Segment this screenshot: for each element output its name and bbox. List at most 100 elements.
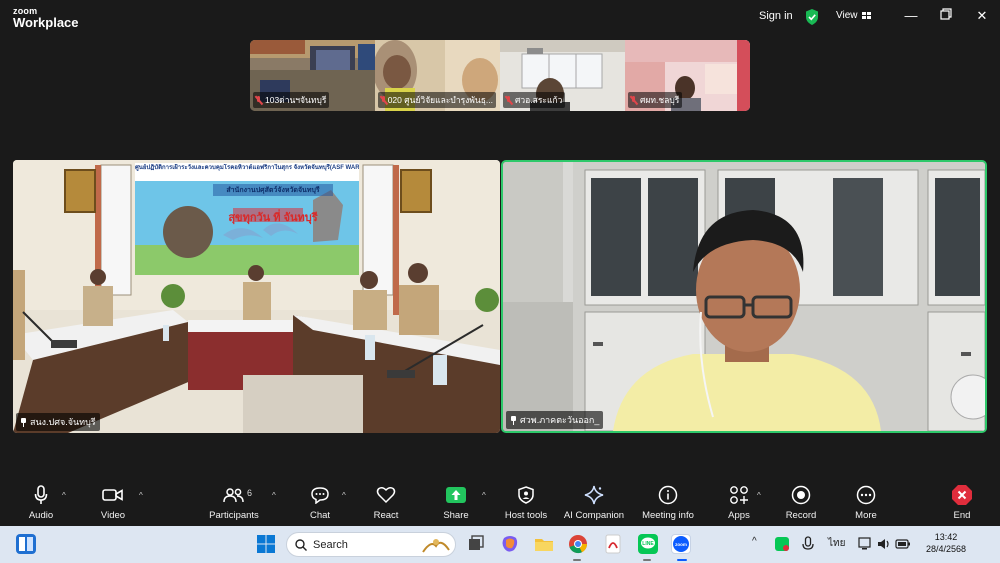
thumbnail-caption: 020 ศูนย์วิจัยและบำรุงพันธุ... bbox=[378, 92, 496, 108]
pdf-reader-icon[interactable] bbox=[603, 534, 623, 554]
meeting-info-button[interactable]: Meeting info bbox=[633, 483, 703, 521]
end-meeting-button[interactable]: End bbox=[927, 483, 997, 521]
more-label: More bbox=[855, 510, 877, 521]
participants-button[interactable]: Participants bbox=[199, 483, 269, 521]
participant-name: ศวพ.ภาคตะวันออก_ bbox=[520, 415, 600, 425]
participant-name: ศผท.ชลบุรี bbox=[640, 95, 680, 105]
title-bar: zoom Workplace Sign in View — ✕ bbox=[0, 0, 1000, 34]
chat-label: Chat bbox=[309, 510, 331, 521]
participants-options-chevron-icon[interactable]: ^ bbox=[272, 491, 276, 500]
react-button[interactable]: React bbox=[351, 483, 421, 521]
pin-icon bbox=[20, 417, 27, 427]
copilot-icon[interactable] bbox=[500, 534, 520, 554]
apps-icon bbox=[729, 483, 749, 507]
input-language-indicator[interactable]: ไทย bbox=[828, 536, 845, 551]
participant-name: 020 ศูนย์วิจัยและบำรุงพันธุ... bbox=[387, 95, 493, 105]
clock-time: 13:42 bbox=[934, 532, 958, 542]
banner-title: ศูนย์ปฏิบัติการเฝ้าระวังและควบคุมโรคอหิว… bbox=[135, 165, 359, 171]
react-label: React bbox=[373, 510, 399, 521]
host-tools-label: Host tools bbox=[504, 510, 548, 521]
participant-thumbnail-strip: 103ด่านฯจันทบุรี 020 ศูนย์วิจัยและบำรุงพ… bbox=[250, 40, 750, 111]
muted-mic-icon bbox=[630, 95, 637, 105]
host-shield-icon bbox=[518, 483, 534, 507]
pin-icon bbox=[510, 415, 517, 425]
sparkle-icon bbox=[584, 483, 604, 507]
ai-companion-label: AI Companion bbox=[563, 510, 625, 521]
audio-options-chevron-icon[interactable]: ^ bbox=[62, 491, 66, 500]
muted-mic-icon bbox=[505, 95, 512, 105]
tray-microphone-icon[interactable] bbox=[800, 536, 816, 552]
thumbnail-caption: ศวอ.สระแก้ว bbox=[503, 92, 566, 108]
participant-thumbnail[interactable]: 020 ศูนย์วิจัยและบำรุงพันธุ... bbox=[375, 40, 500, 111]
zoom-app-icon[interactable]: zoom bbox=[671, 534, 691, 554]
share-screen-icon bbox=[446, 483, 466, 507]
svg-text:zoom: zoom bbox=[675, 542, 687, 547]
more-button[interactable]: More bbox=[831, 483, 901, 521]
search-placeholder: Search bbox=[313, 538, 348, 551]
wifi-icon[interactable] bbox=[858, 536, 874, 552]
running-indicator bbox=[573, 559, 581, 561]
restore-icon[interactable] bbox=[938, 8, 954, 24]
record-button[interactable]: Record bbox=[766, 483, 836, 521]
zoom-workplace-logo: zoom Workplace bbox=[13, 6, 79, 30]
video-options-chevron-icon[interactable]: ^ bbox=[139, 491, 143, 500]
sign-in-button[interactable]: Sign in bbox=[759, 10, 793, 22]
task-view-icon[interactable] bbox=[466, 534, 486, 554]
share-label: Share bbox=[443, 510, 469, 521]
svg-text:LINE: LINE bbox=[642, 541, 654, 547]
chrome-icon[interactable] bbox=[568, 534, 588, 554]
info-icon bbox=[658, 483, 678, 507]
video-tile-meeting-room[interactable]: ศูนย์ปฏิบัติการเฝ้าระวังและควบคุมโรคอหิว… bbox=[13, 160, 500, 433]
ai-companion-button[interactable]: AI Companion bbox=[559, 483, 629, 521]
banner-main: สุขทุกวัน ที่ จันทบุรี bbox=[228, 212, 318, 224]
speaker-video-image bbox=[503, 162, 985, 431]
share-button[interactable]: Share bbox=[421, 483, 491, 521]
video-button[interactable]: Video bbox=[78, 483, 148, 521]
chat-button[interactable]: Chat bbox=[285, 483, 355, 521]
muted-mic-icon bbox=[380, 95, 385, 105]
participant-thumbnail[interactable]: ศวอ.สระแก้ว bbox=[500, 40, 625, 111]
participant-name: ศวอ.สระแก้ว bbox=[515, 95, 563, 105]
audio-button[interactable]: Audio bbox=[6, 483, 76, 521]
volume-icon[interactable] bbox=[876, 536, 892, 552]
chat-bubble-icon bbox=[310, 483, 330, 507]
video-label: Video bbox=[100, 510, 126, 521]
clock-date: 28/4/2568 bbox=[925, 544, 967, 554]
view-button[interactable]: View bbox=[836, 10, 871, 21]
view-label: View bbox=[836, 10, 858, 21]
system-clock[interactable]: 13:42 28/4/2568 bbox=[916, 531, 976, 555]
banner-text-block: ศูนย์ปฏิบัติการเฝ้าระวังและควบคุมโรคอหิว… bbox=[135, 164, 359, 172]
thumbnail-caption: 103ด่านฯจันทบุรี bbox=[253, 92, 330, 108]
file-explorer-icon[interactable] bbox=[534, 534, 554, 554]
battery-icon[interactable] bbox=[895, 536, 911, 552]
apps-button[interactable]: Apps bbox=[704, 483, 774, 521]
chat-options-chevron-icon[interactable]: ^ bbox=[342, 491, 346, 500]
meeting-controls-toolbar: Audio ^ Video ^ Participants 6 ^ Chat ^ bbox=[0, 479, 1000, 526]
apps-label: Apps bbox=[728, 510, 750, 521]
line-app-icon[interactable]: LINE bbox=[638, 534, 658, 554]
minimize-icon[interactable]: — bbox=[903, 8, 919, 24]
meeting-room-video-image bbox=[13, 160, 500, 433]
apps-options-chevron-icon[interactable]: ^ bbox=[757, 491, 761, 500]
active-app-indicator bbox=[677, 559, 687, 561]
share-options-chevron-icon[interactable]: ^ bbox=[482, 491, 486, 500]
windows-taskbar: Search LINE zoom ^ ไทย 13:42 28/4/2568 bbox=[0, 526, 1000, 563]
running-indicator bbox=[643, 559, 651, 561]
record-icon bbox=[791, 483, 811, 507]
search-icon bbox=[295, 538, 307, 551]
host-tools-button[interactable]: Host tools bbox=[491, 483, 561, 521]
widgets-icon[interactable] bbox=[16, 534, 36, 554]
taskbar-search-box[interactable]: Search bbox=[286, 532, 456, 557]
participant-name: สนง.ปศจ.จันทบุรี bbox=[30, 417, 96, 427]
encryption-shield-icon[interactable] bbox=[805, 9, 819, 25]
participant-thumbnail[interactable]: ศผท.ชลบุรี bbox=[625, 40, 750, 111]
show-hidden-icons-chevron-icon[interactable]: ^ bbox=[752, 536, 757, 547]
tile-caption: สนง.ปศจ.จันทบุรี bbox=[16, 413, 100, 431]
tray-line-icon[interactable] bbox=[774, 536, 790, 552]
record-label: Record bbox=[785, 510, 817, 521]
grid-view-icon bbox=[861, 12, 871, 19]
close-icon[interactable]: ✕ bbox=[974, 8, 990, 24]
windows-start-icon[interactable] bbox=[256, 534, 276, 554]
participant-thumbnail[interactable]: 103ด่านฯจันทบุรี bbox=[250, 40, 375, 111]
video-tile-active-speaker[interactable]: ศวพ.ภาคตะวันออก_ bbox=[501, 160, 987, 433]
